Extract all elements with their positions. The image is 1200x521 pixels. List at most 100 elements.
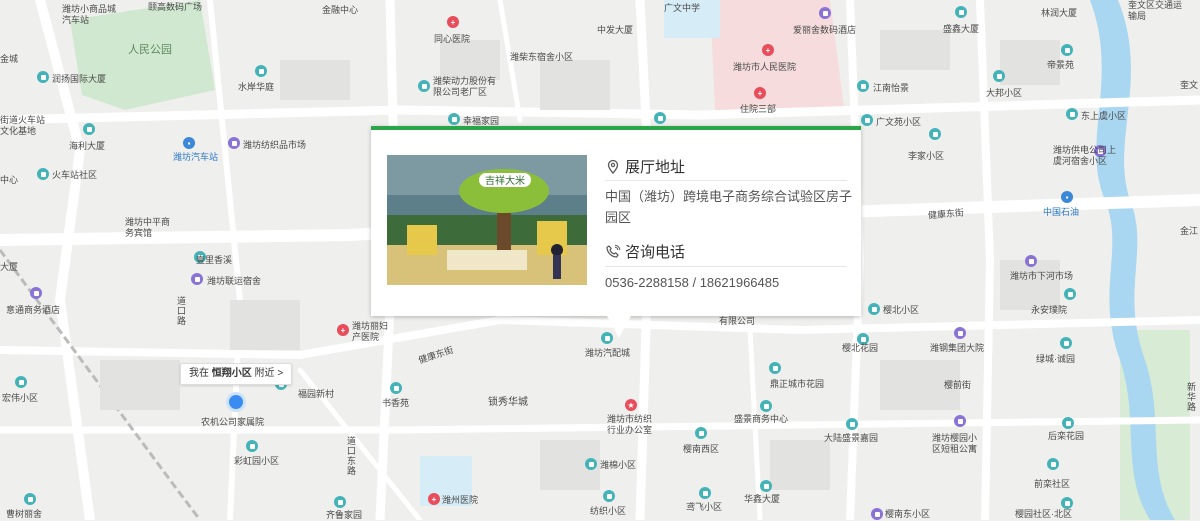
map-label: 水岸华庭 [238, 82, 275, 92]
poi-teal-icon [861, 114, 873, 126]
map-label: 潍坊市纺织行业办公室 [607, 414, 653, 435]
poi-teal-icon [769, 362, 781, 374]
map-label: 李家小区 [908, 151, 945, 161]
map-label: 潍坊汽配城 [585, 348, 631, 358]
map-label: 广文中学 [664, 3, 701, 13]
map-label: 盛鑫大厦 [943, 24, 980, 34]
nearby-suffix: 附近 > [254, 368, 284, 379]
poi-purple-icon [228, 137, 240, 149]
map-label: 潍坊汽车站 [173, 152, 219, 162]
map-label: 道口路 [177, 296, 187, 326]
address-title: 展厅地址 [625, 159, 686, 176]
poi-purple-icon [871, 508, 883, 520]
map-label: 大陆盛景嘉园 [824, 433, 879, 443]
map-label: 樱北小区 [883, 305, 920, 315]
map-label: 同心医院 [434, 34, 471, 44]
map-label: 永安璞院 [1031, 305, 1068, 315]
poi-teal-icon [255, 65, 267, 77]
divider [605, 180, 847, 181]
poi-teal-icon [15, 376, 27, 388]
map-label: 潍坊丽妇产医院 [352, 321, 389, 342]
poi-teal-icon [448, 113, 460, 125]
map-label: 帝景苑 [1047, 60, 1075, 70]
map-label: 福园新村 [298, 389, 335, 399]
poi-teal-icon [1061, 44, 1073, 56]
poi-teal-icon [699, 487, 711, 499]
map-label: 中心 [0, 175, 19, 185]
map-label: 潍州医院 [442, 495, 479, 505]
poi-teal-icon [1047, 458, 1059, 470]
poi-teal-icon [83, 123, 95, 135]
poi-teal-icon [760, 480, 772, 492]
map-label: 樱园社区·北区 [1015, 509, 1072, 519]
map-label: 农机公司家属院 [201, 417, 265, 427]
map-label: 樱南西区 [683, 444, 720, 454]
phone-icon [606, 244, 621, 258]
poi-teal-icon [1062, 417, 1074, 429]
map-label: 彩虹园小区 [234, 456, 280, 466]
poi-purple-icon [30, 287, 42, 299]
hospital-icon: + [337, 324, 349, 336]
map-label: 曹树丽舍 [6, 509, 43, 519]
map-label: 前栾社区 [1034, 479, 1071, 489]
map-label: 锁秀华城 [488, 397, 528, 408]
map-label: 金江 [1180, 226, 1199, 236]
map-label: 潍坊樱园小区短租公寓 [932, 433, 978, 454]
poi-teal-icon [603, 490, 615, 502]
poi-teal-icon [585, 458, 597, 470]
hospital-icon: + [447, 16, 459, 28]
map-label: 潍坊联运宿舍 [207, 276, 262, 286]
map-label: 绿城·诚园 [1036, 354, 1075, 364]
map-label: 道口东路 [347, 436, 357, 476]
address-text: 中国（潍坊）跨境电子商务综合试验区房子园区 [605, 189, 853, 225]
hospital-icon: + [428, 493, 440, 505]
poi-teal-icon [993, 70, 1005, 82]
poi-teal-icon [654, 112, 666, 124]
poi-teal-icon [846, 418, 858, 430]
map-label: 华鑫大厦 [744, 494, 781, 504]
phone-text[interactable]: 0536-2288158 / 18621966485 [605, 272, 855, 293]
map-label: 潍坊市人民医院 [733, 62, 797, 72]
map-label: 潍坊纺织品市场 [243, 140, 307, 150]
poi-teal-icon [390, 382, 402, 394]
poi-teal-icon [760, 400, 772, 412]
map-label: 樱前街 [944, 380, 972, 390]
divider [605, 266, 847, 267]
current-location-marker[interactable] [226, 392, 246, 412]
poi-teal-icon [24, 493, 36, 505]
map-label: 街道火车站文化基地 [0, 115, 46, 136]
map-label: 盛景商务中心 [734, 414, 789, 424]
map-label: 颐高数码广场 [148, 2, 203, 12]
nearby-location-tip[interactable]: 我在 恒翔小区 附近 > [180, 363, 293, 385]
map-label: 潍坊小商品城汽车站 [62, 4, 117, 25]
map-label: 爱丽舍数码酒店 [793, 25, 857, 35]
map-label: 金融中心 [322, 5, 359, 15]
map-label: 江南怡景 [873, 83, 910, 93]
poi-teal-icon [1064, 288, 1076, 300]
gas-station-icon: ▪ [1061, 191, 1073, 203]
poi-purple-icon [954, 327, 966, 339]
map-label: 林润大厦 [1041, 8, 1078, 18]
map-label: 潍棉小区 [600, 460, 637, 470]
map-label: 潍柴动力股份有限公司老厂区 [433, 76, 497, 97]
map-label: 住院三部 [740, 104, 777, 114]
poi-teal-icon [868, 303, 880, 315]
poi-teal-icon [1061, 497, 1073, 509]
map-label: 润扬国际大厦 [52, 74, 107, 84]
map-label: 鼎正城市花园 [770, 379, 825, 389]
poi-teal-icon [418, 80, 430, 92]
map-label: 壹里香溪 [196, 255, 233, 265]
info-popup: 吉祥大米 展厅地址 中国（潍坊）跨境电子商务综合试验区房子园区 咨询电话 053… [371, 126, 861, 338]
map-label: 宏伟小区 [2, 393, 39, 403]
map-label: 后栾花园 [1048, 431, 1085, 441]
poi-purple-icon [819, 7, 831, 19]
poi-teal-icon [37, 71, 49, 83]
map-label: 樱北花园 [842, 343, 879, 353]
poi-teal-icon [246, 440, 258, 452]
map-label: 奎文 [1180, 80, 1199, 90]
map-label: 金城 [0, 54, 19, 64]
map-label: 中国石油 [1043, 207, 1080, 217]
poi-teal-icon [695, 427, 707, 439]
poi-teal-icon [1060, 337, 1072, 349]
location-pin-icon [607, 159, 619, 174]
